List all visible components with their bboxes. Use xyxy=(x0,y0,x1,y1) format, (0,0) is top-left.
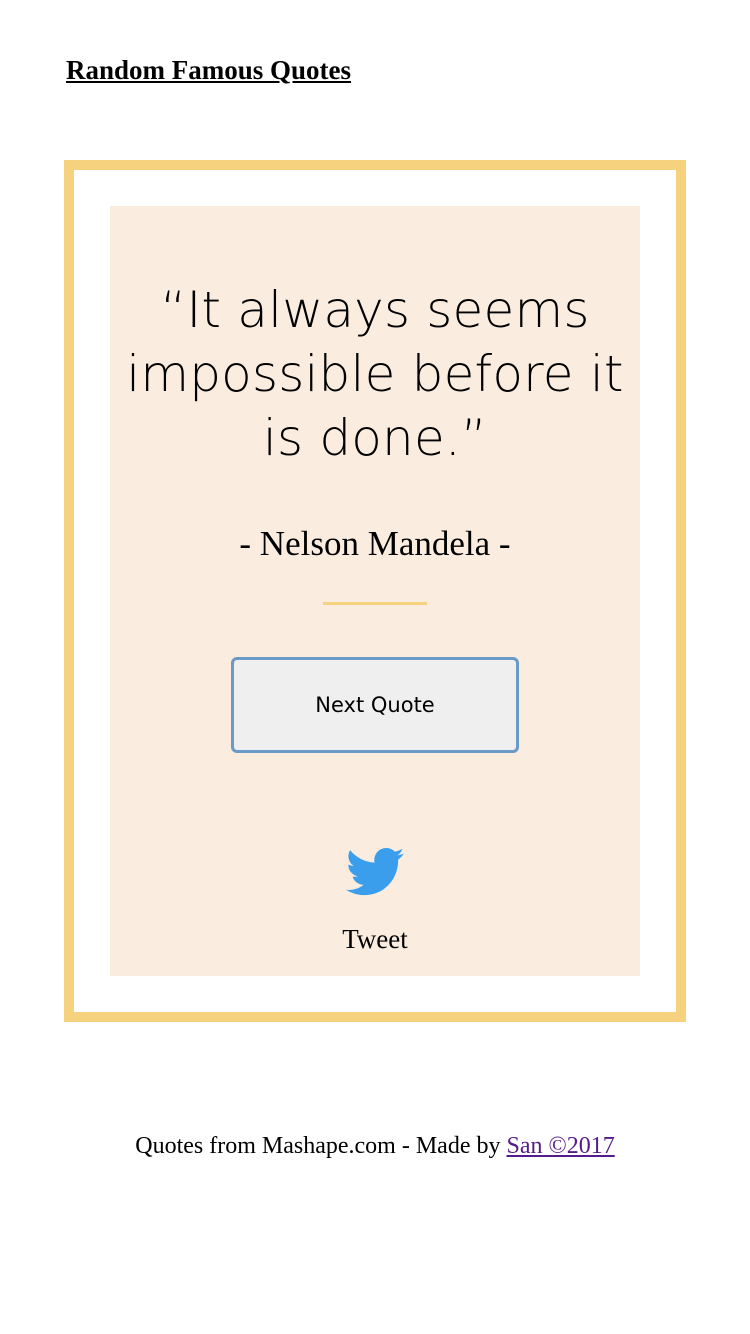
tweet-link[interactable]: Tweet xyxy=(320,846,430,956)
next-quote-button[interactable]: Next Quote xyxy=(231,657,519,753)
quote-line: is done.” xyxy=(262,409,488,467)
page-title-link[interactable]: Random Famous Quotes xyxy=(66,55,351,85)
quote-line: “It always seems xyxy=(160,281,590,339)
accent-divider xyxy=(323,602,427,605)
footer-author-link[interactable]: San ©2017 xyxy=(507,1133,615,1159)
footer-text: Quotes from Mashape.com - Made by xyxy=(135,1133,507,1159)
quote-author: - Nelson Mandela - xyxy=(239,524,511,563)
twitter-bird-icon xyxy=(346,848,404,896)
page-title: Random Famous Quotes xyxy=(66,52,351,88)
footer: Quotes from Mashape.com - Made by San ©2… xyxy=(0,1130,750,1162)
quote-line: impossible before it xyxy=(126,345,624,403)
tweet-label: Tweet xyxy=(342,924,408,954)
quote-text: “It always seems impossible before it is… xyxy=(0,278,750,470)
